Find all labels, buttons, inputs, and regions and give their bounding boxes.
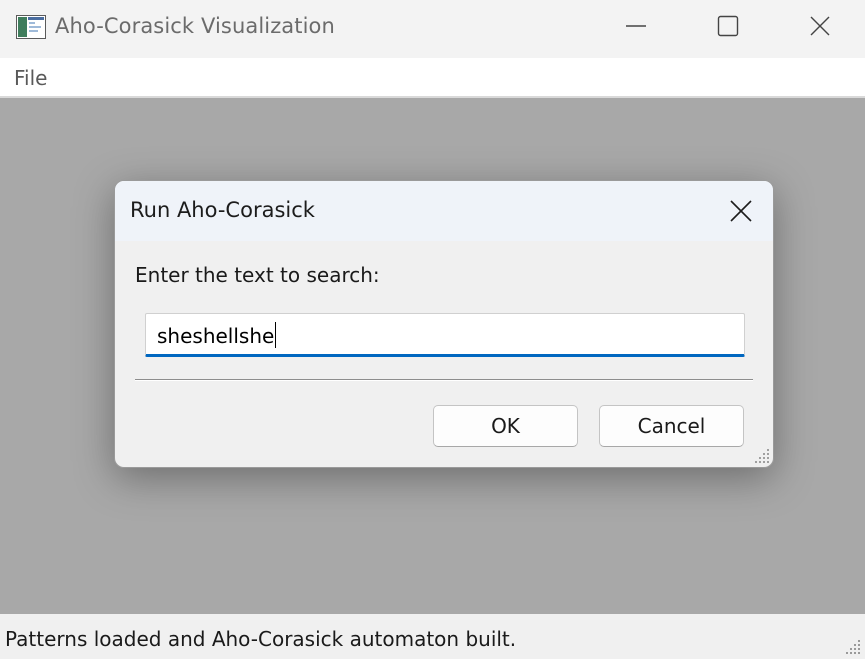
dialog-title: Run Aho-Corasick (130, 198, 315, 222)
dialog-close-button[interactable] (721, 191, 761, 231)
run-dialog: Run Aho-Corasick Enter the text to searc… (114, 180, 774, 468)
cancel-button[interactable]: Cancel (599, 405, 744, 447)
close-button[interactable] (774, 0, 865, 52)
status-text: Patterns loaded and Aho-Corasick automat… (5, 627, 517, 651)
search-text-input[interactable]: sheshellshe (145, 313, 745, 357)
menu-item-file[interactable]: File (14, 66, 47, 90)
maximize-icon (717, 15, 739, 37)
menu-bar (0, 58, 865, 96)
maximize-button[interactable] (682, 0, 774, 52)
dialog-separator (135, 379, 753, 381)
close-icon (730, 200, 752, 222)
search-text-label: Enter the text to search: (135, 263, 380, 287)
dialog-resize-grip-icon[interactable] (753, 447, 771, 465)
text-caret (275, 322, 277, 348)
app-window-icon (16, 15, 46, 39)
minimize-icon (626, 25, 646, 27)
ok-button[interactable]: OK (433, 405, 578, 447)
window-title: Aho-Corasick Visualization (55, 14, 335, 38)
close-icon (810, 16, 830, 36)
resize-grip-icon[interactable] (844, 638, 862, 656)
search-text-value[interactable]: sheshellshe (157, 322, 277, 348)
minimize-button[interactable] (590, 0, 682, 52)
main-window: Aho-Corasick Visualization File Patterns… (0, 0, 865, 659)
